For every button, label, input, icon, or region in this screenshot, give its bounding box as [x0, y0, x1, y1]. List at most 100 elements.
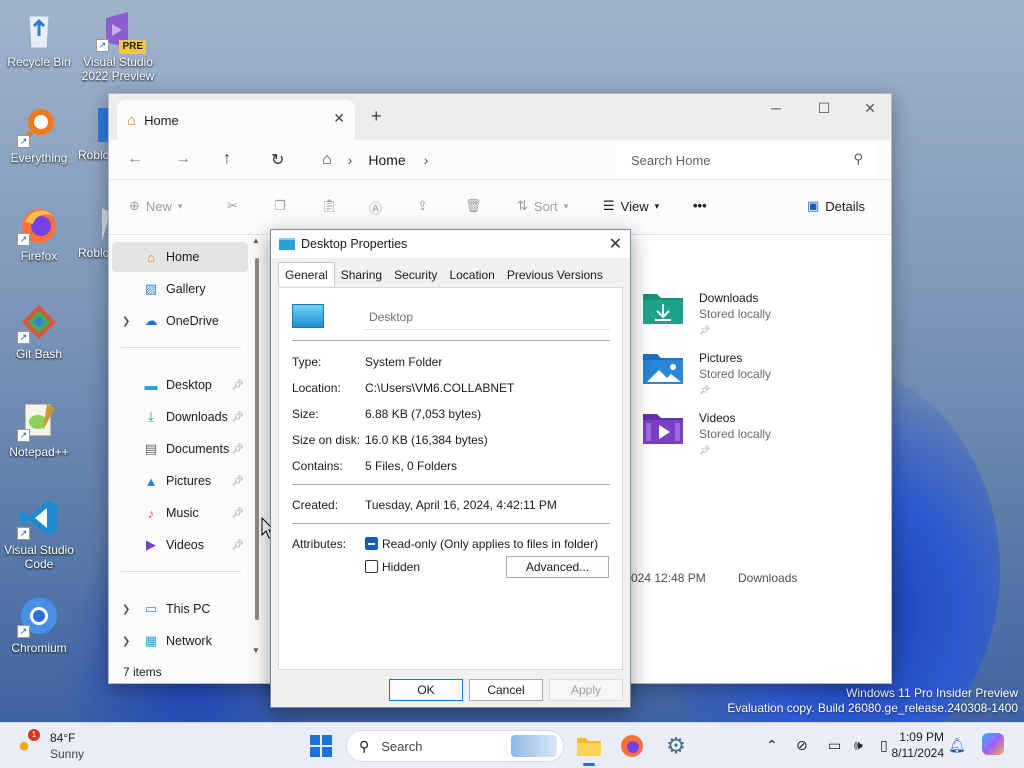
- folder-item-videos[interactable]: Videos Stored locally 📌︎: [641, 410, 771, 458]
- prop-value: C:\Users\VM6.COLLABNET: [365, 381, 515, 395]
- tab-location[interactable]: Location: [443, 264, 500, 286]
- new-button[interactable]: ⊕ New ▾: [129, 198, 182, 214]
- rename-icon[interactable]: Ⓐ: [369, 198, 382, 217]
- tab-home[interactable]: ⌂ Home ✕: [117, 100, 355, 140]
- sort-button[interactable]: ⇅ Sort ▾: [517, 198, 568, 214]
- folder-name-field[interactable]: Desktop: [364, 304, 610, 330]
- nav-item-documents[interactable]: ▤ Documents 📌︎: [112, 434, 248, 464]
- desktop-icon-notepad-plus-plus[interactable]: ↗ Notepad++: [1, 398, 77, 459]
- scroll-down-icon[interactable]: ▼: [252, 646, 260, 655]
- nav-item-home[interactable]: ⌂ Home: [112, 242, 248, 272]
- firefox-taskbar-button[interactable]: [618, 732, 646, 760]
- desktop-icon-firefox[interactable]: ↗ Firefox: [1, 202, 77, 263]
- display-icon[interactable]: ▭: [828, 737, 841, 754]
- desktop-icon-label: Everything: [10, 151, 68, 165]
- nav-item-music[interactable]: ♪ Music 📌︎: [112, 498, 248, 528]
- pre-badge: PRE: [119, 40, 146, 54]
- pin-icon: 📌︎: [231, 411, 244, 423]
- apply-button[interactable]: Apply: [549, 679, 623, 701]
- close-window-button[interactable]: ✕: [855, 100, 885, 117]
- weather-widget[interactable]: ● 1 84°F Sunny: [16, 729, 96, 763]
- paste-icon[interactable]: 📋︎: [321, 198, 338, 214]
- tab-security[interactable]: Security: [388, 264, 443, 286]
- tab-sharing[interactable]: Sharing: [335, 264, 388, 286]
- more-options-button[interactable]: •••: [693, 198, 707, 213]
- readonly-checkbox[interactable]: Read-only (Only applies to files in fold…: [365, 537, 598, 551]
- nav-item-network[interactable]: ❯ ▦ Network: [112, 626, 248, 656]
- back-arrow-icon[interactable]: ←: [127, 150, 143, 168]
- folder-item-pictures[interactable]: Pictures Stored locally 📌︎: [641, 350, 771, 398]
- folder-item-downloads[interactable]: Downloads Stored locally 📌︎: [641, 290, 771, 338]
- maximize-button[interactable]: ☐: [809, 100, 839, 117]
- desktop-icon-roblox-2[interactable]: Roblo: [78, 202, 112, 260]
- desktop-icon-visual-studio-2022[interactable]: PRE ↗ Visual Studio 2022 Preview: [80, 8, 156, 83]
- nav-item-downloads[interactable]: ⤓ Downloads 📌︎: [112, 402, 248, 432]
- scroll-up-icon[interactable]: ▲: [252, 236, 260, 245]
- hidden-checkbox[interactable]: Hidden: [365, 560, 420, 574]
- ok-button[interactable]: OK: [389, 679, 463, 701]
- nav-item-desktop[interactable]: ▬ Desktop 📌︎: [112, 370, 248, 400]
- prop-value: 6.88 KB (7,053 bytes): [365, 407, 482, 421]
- details-button[interactable]: ▣ Details: [807, 198, 865, 214]
- nav-item-onedrive[interactable]: ❯ ☁ OneDrive: [112, 306, 248, 336]
- desktop-icon-recycle-bin[interactable]: Recycle Bin: [1, 8, 77, 69]
- desktop-icon-everything[interactable]: ↗ Everything: [1, 104, 77, 165]
- taskbar-search-box[interactable]: ⚲ Search: [346, 730, 564, 762]
- clock[interactable]: 1:09 PM 8/11/2024: [884, 729, 945, 761]
- chevron-up-icon[interactable]: ⌃: [766, 737, 778, 754]
- minimize-button[interactable]: ─: [761, 100, 791, 116]
- prop-key: Size:: [292, 407, 319, 421]
- tab-general[interactable]: General: [278, 262, 335, 286]
- up-arrow-icon[interactable]: ↑: [223, 150, 231, 168]
- cancel-button[interactable]: Cancel: [469, 679, 543, 701]
- document-icon: ▤: [144, 441, 158, 456]
- chevron-right-icon[interactable]: ❯: [122, 316, 130, 327]
- taskbar: ● 1 84°F Sunny ⚲ Search ⚙ ⌃ ⊘ ▭ 🕪︎ ▯ 1:0…: [0, 722, 1024, 768]
- desktop-icon-git-bash[interactable]: ↗ Git Bash: [1, 300, 77, 361]
- nav-item-this-pc[interactable]: ❯ ▭ This PC: [112, 594, 248, 624]
- chevron-right-icon[interactable]: ❯: [122, 636, 130, 647]
- nav-scrollbar[interactable]: ▲ ▼: [252, 236, 260, 655]
- copilot-icon[interactable]: [982, 733, 1004, 755]
- dialog-close-button[interactable]: ✕: [609, 234, 622, 254]
- advanced-button[interactable]: Advanced...: [506, 556, 609, 578]
- view-button[interactable]: ☰ View ▾: [603, 198, 659, 214]
- search-input[interactable]: Search Home ⚲: [615, 144, 877, 176]
- start-button[interactable]: [307, 732, 335, 760]
- desktop-icon-vscode[interactable]: ↗ Visual Studio Code: [1, 496, 77, 571]
- network-off-icon[interactable]: ⊘: [796, 737, 808, 754]
- forward-arrow-icon[interactable]: →: [175, 150, 191, 168]
- recent-date-modified: 024 12:48 PM: [631, 571, 706, 585]
- settings-taskbar-button[interactable]: ⚙: [662, 732, 690, 760]
- recycle-bin-icon: [17, 8, 61, 52]
- copy-icon[interactable]: ❐: [274, 198, 286, 214]
- address-bar[interactable]: ⌂ › Home ›: [312, 144, 608, 176]
- video-icon: ▶: [146, 537, 156, 552]
- nav-item-videos[interactable]: ▶ Videos 📌︎: [112, 530, 248, 560]
- dialog-titlebar: Desktop Properties ✕: [271, 230, 630, 258]
- breadcrumb-home[interactable]: Home: [368, 152, 405, 168]
- file-explorer-taskbar-button[interactable]: [575, 732, 603, 766]
- desktop-icon-chromium[interactable]: ↗ Chromium: [1, 594, 77, 655]
- status-item-count: 7 items: [123, 665, 162, 679]
- cut-icon[interactable]: ✂: [227, 198, 238, 214]
- tab-previous-versions[interactable]: Previous Versions: [501, 264, 609, 286]
- desktop-icon-roblox-1[interactable]: Roblo: [78, 104, 112, 162]
- chevron-right-icon[interactable]: ❯: [122, 604, 130, 615]
- nav-label: OneDrive: [166, 314, 219, 328]
- nav-item-pictures[interactable]: ▲ Pictures 📌︎: [112, 466, 248, 496]
- checkbox-unchecked-icon[interactable]: [365, 560, 378, 573]
- audio-icon[interactable]: 🕪︎: [854, 737, 863, 754]
- refresh-icon[interactable]: ↻: [271, 150, 284, 170]
- scroll-thumb[interactable]: [255, 258, 259, 620]
- close-tab-icon[interactable]: ✕: [333, 110, 345, 127]
- navigation-pane: ⌂ Home ▨ Gallery ❯ ☁ OneDrive ▬ Desktop …: [109, 236, 269, 683]
- notification-bell-icon[interactable]: 🔔︎: [948, 737, 966, 754]
- videos-folder-icon: [641, 410, 685, 446]
- checkbox-checked-icon[interactable]: [365, 537, 378, 550]
- prop-key: Created:: [292, 498, 339, 512]
- nav-item-gallery[interactable]: ▨ Gallery: [112, 274, 248, 304]
- share-icon[interactable]: ⇪: [417, 198, 428, 214]
- delete-icon[interactable]: 🗑︎: [465, 198, 482, 214]
- new-tab-button[interactable]: +: [371, 106, 382, 127]
